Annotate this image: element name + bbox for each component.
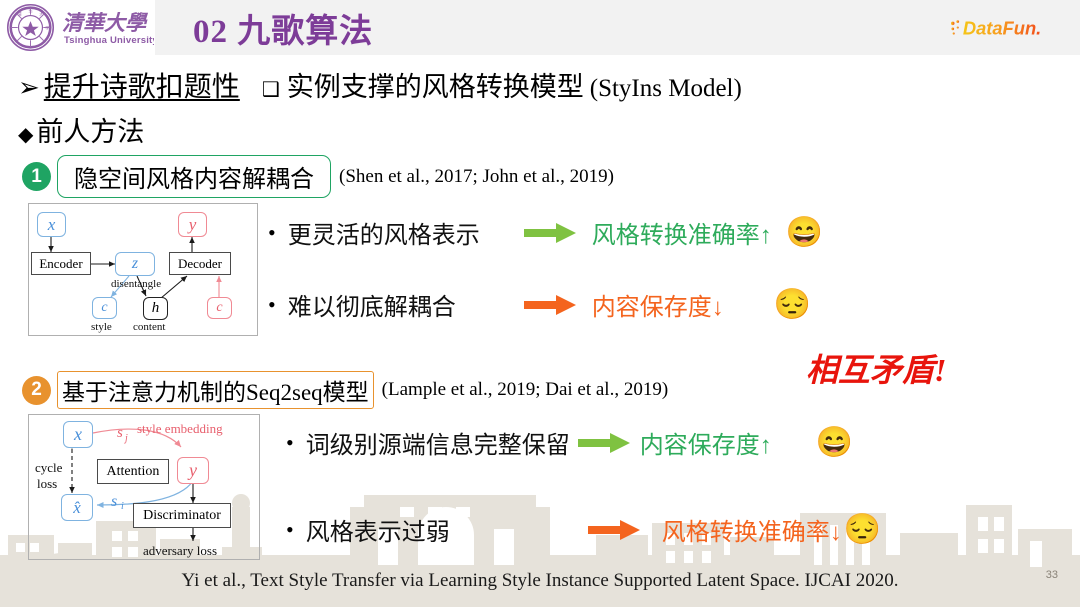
bullet-item: • 难以彻底解耦合 内容保存度↓ 😔	[268, 287, 823, 322]
pensive-face-emoji: 😔	[773, 287, 812, 321]
bullet-item: • 更灵活的风格表示 风格转换准确率↑ 😄	[268, 215, 823, 250]
label-s-j: s	[117, 425, 123, 441]
grinning-face-emoji: 😄	[785, 215, 824, 249]
section-2-number: 2	[22, 375, 51, 405]
topic-heading-row: ➢ 提升诗歌扣题性 ❑ 实例支撑的风格转换模型 (StyIns Model)	[18, 65, 742, 105]
svg-text:学: 学	[45, 24, 49, 30]
latent-disentangle-diagram: x Encoder z Decoder y c h c disentangle …	[28, 203, 258, 336]
datafun-logo: DataFun.	[951, 17, 1041, 38]
pensive-face-emoji: 😔	[843, 512, 882, 546]
tsinghua-wordmark: 清華大學 Tsinghua University	[62, 11, 154, 46]
topic-label: 提升诗歌扣题性	[43, 72, 240, 103]
prior-methods-label: 前人方法	[36, 117, 145, 147]
node-c-content: c	[207, 297, 232, 319]
green-arrow-icon	[577, 432, 630, 453]
label-disentangle: disentangle	[111, 278, 162, 290]
orange-arrow-icon	[523, 294, 576, 315]
arrow-bullet-icon: ➢	[18, 73, 40, 102]
section-1-number: 1	[22, 162, 51, 191]
subtopic-label: 实例支撑的风格转换模型	[286, 72, 584, 102]
tsinghua-seal-logo: 清华大 学	[6, 3, 55, 52]
label-adversary-loss: adversary loss	[143, 543, 218, 558]
label-style: style	[91, 321, 112, 333]
section-2-title: 基于注意力机制的Seq2seq模型	[57, 371, 374, 409]
bullet-dot-icon: •	[268, 291, 276, 317]
node-x: x	[37, 212, 66, 237]
result-text: 内容保存度↓	[591, 295, 724, 321]
bullet-item: • 词级别源端信息完整保留 内容保存度↑ 😄	[286, 425, 881, 460]
footer-citation: Yi et al., Text Style Transfer via Learn…	[181, 570, 899, 591]
node-c-style: c	[92, 297, 117, 319]
section-2-header: 2 基于注意力机制的Seq2seq模型 (Lample et al., 2019…	[22, 371, 668, 409]
node-x: x	[63, 421, 93, 448]
section-1-citation: (Shen et al., 2017; John et al., 2019)	[339, 165, 614, 187]
node-h: h	[143, 297, 168, 320]
section-1-header: 1 隐空间风格内容解耦合 (Shen et al., 2017; John et…	[22, 155, 614, 198]
bullet-dot-icon: •	[268, 219, 276, 245]
section-2-citation: (Lample et al., 2019; Dai et al., 2019)	[381, 379, 669, 400]
bullet-dot-icon: •	[286, 429, 294, 455]
svg-text:Tsinghua University: Tsinghua University	[64, 35, 154, 46]
result-text: 内容保存度↑	[639, 433, 772, 459]
green-arrow-icon	[523, 222, 576, 243]
node-x-hat: x̂	[61, 494, 93, 521]
svg-text:DataFun.: DataFun.	[963, 17, 1041, 38]
label-s-j-subscript: j	[125, 433, 128, 444]
label-loss: loss	[37, 476, 58, 491]
svg-text:清華大學: 清華大學	[62, 11, 149, 35]
node-attention: Attention	[97, 459, 169, 484]
slide-content: ➢ 提升诗歌扣题性 ❑ 实例支撑的风格转换模型 (StyIns Model) ◆…	[0, 55, 1080, 607]
bullet-text: 风格表示过弱	[305, 520, 450, 546]
orange-arrow-icon	[587, 519, 640, 540]
svg-text:大: 大	[39, 11, 43, 17]
label-s-i-subscript: i	[121, 501, 124, 512]
svg-text:清: 清	[18, 11, 22, 17]
bullet-item: • 风格表示过弱 风格转换准确率↓ 😔	[286, 512, 881, 547]
prior-methods-heading: ◆ 前人方法	[18, 110, 144, 149]
node-encoder: Encoder	[31, 252, 91, 275]
section-2-bullets: • 词级别源端信息完整保留 内容保存度↑ 😄 • 风格表示过弱 风格转换准确率↓…	[286, 425, 881, 547]
page-number: 33	[1045, 569, 1058, 581]
node-y: y	[177, 457, 209, 484]
label-style-embedding: style embedding	[137, 421, 223, 436]
result-text: 风格转换准确率↑	[591, 223, 772, 249]
result-text: 风格转换准确率↓	[661, 520, 842, 546]
square-bullet-icon: ❑	[261, 79, 280, 101]
svg-text:华: 华	[28, 8, 32, 14]
seq2seq-attention-diagram: x Attention y x̂ Discriminator cycle los…	[28, 414, 260, 560]
subtopic-english-label: (StyIns Model)	[589, 75, 742, 102]
node-y: y	[178, 212, 207, 237]
label-content: content	[133, 321, 166, 333]
label-s-i: s	[111, 493, 118, 510]
diamond-bullet-icon: ◆	[18, 124, 34, 146]
node-z: z	[115, 252, 155, 276]
section-1-bullets: • 更灵活的风格表示 风格转换准确率↑ 😄 • 难以彻底解耦合 内容保存度↓ 😔	[268, 215, 823, 322]
contradiction-annotation: 相互矛盾!	[806, 352, 947, 388]
grinning-face-emoji: 😄	[815, 425, 854, 459]
label-cycle: cycle	[35, 460, 63, 475]
node-decoder: Decoder	[169, 252, 231, 275]
bullet-text: 词级别源端信息完整保留	[305, 433, 570, 459]
section-1-title: 隐空间风格内容解耦合	[57, 155, 331, 198]
node-discriminator: Discriminator	[133, 503, 231, 528]
bullet-dot-icon: •	[286, 516, 294, 542]
bullet-text: 更灵活的风格表示	[287, 223, 480, 249]
slide-header: 清华大 学 清華大學 Tsinghua University 02 九歌算法 D…	[0, 0, 1080, 55]
slide-title: 02 九歌算法	[193, 14, 374, 50]
bullet-text: 难以彻底解耦合	[287, 295, 456, 321]
